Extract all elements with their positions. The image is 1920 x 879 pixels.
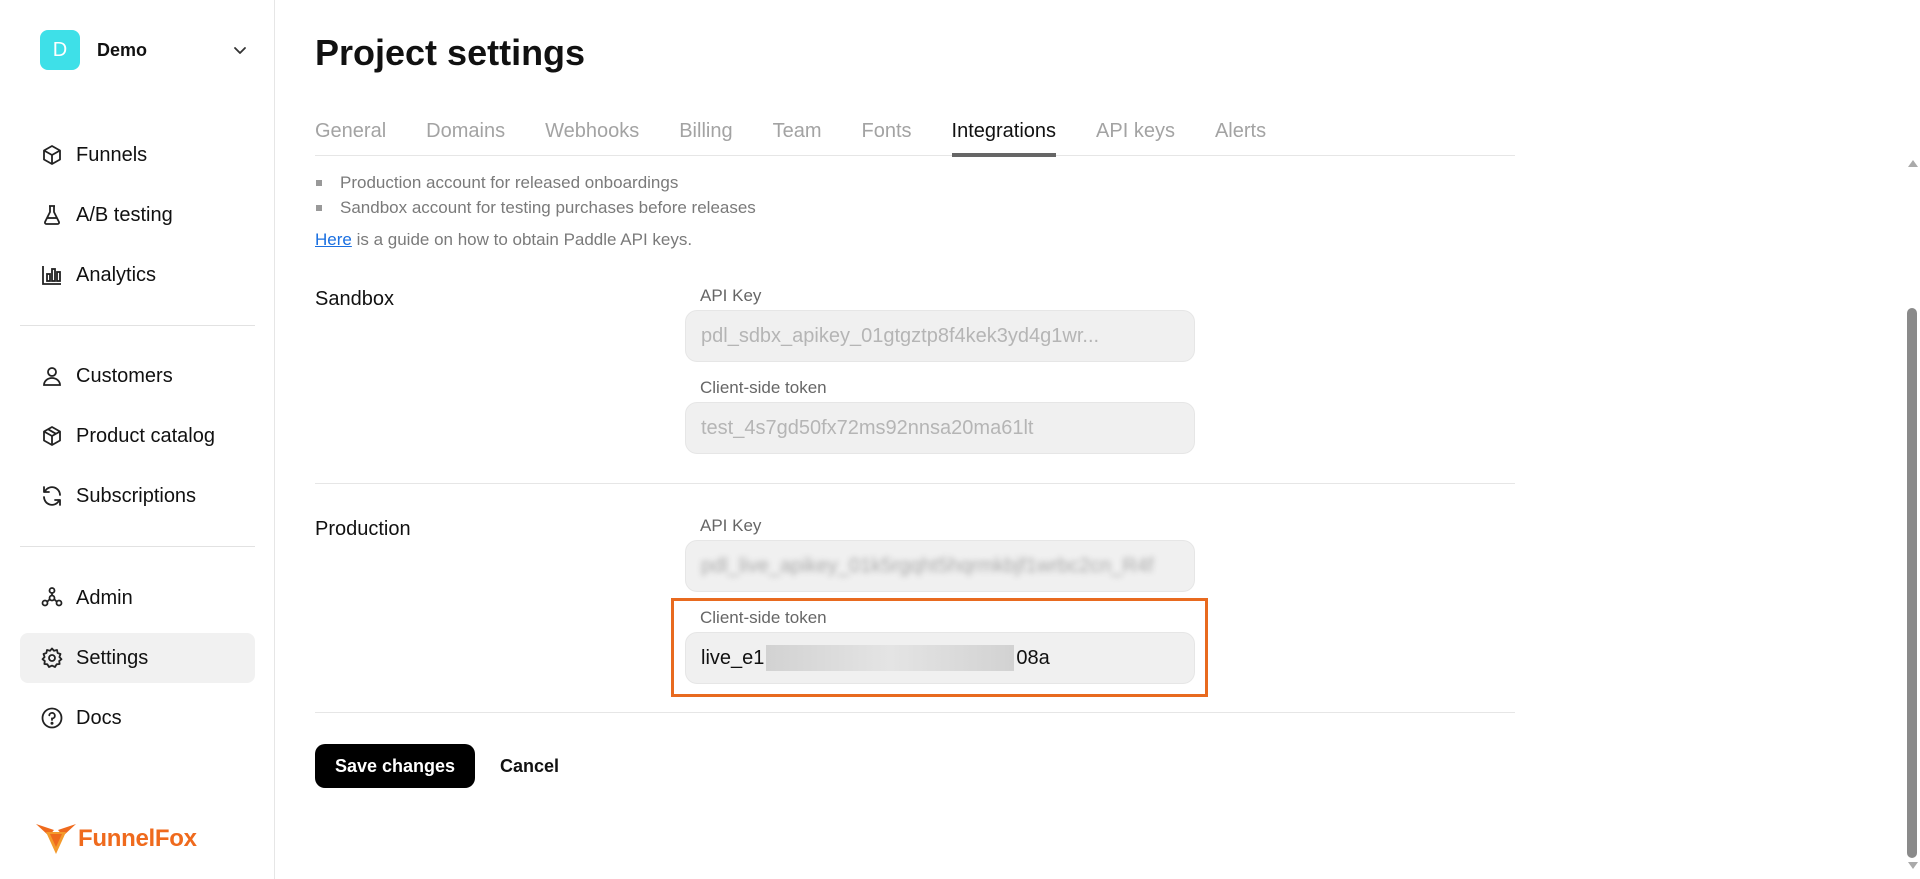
sidebar-item-analytics[interactable]: Analytics: [20, 250, 255, 300]
sidebar-item-subscriptions[interactable]: Subscriptions: [20, 471, 255, 521]
sidebar-divider: [20, 325, 255, 326]
package-icon: [40, 424, 64, 448]
refresh-icon: [40, 484, 64, 508]
funnelfox-logo: FunnelFox: [36, 822, 197, 856]
nav-tertiary: Admin Settings Docs: [20, 573, 255, 753]
sandbox-token-label: Client-side token: [700, 378, 827, 397]
sidebar-item-label: Admin: [76, 586, 133, 609]
sidebar-item-label: Product catalog: [76, 424, 215, 447]
tab-webhooks[interactable]: Webhooks: [545, 112, 639, 156]
sidebar-item-label: Docs: [76, 706, 122, 729]
sandbox-token-field[interactable]: test_4s7gd50fx72ms92nnsa20ma61lt: [685, 402, 1195, 454]
cancel-button[interactable]: Cancel: [500, 744, 559, 788]
guide-text: Here is a guide on how to obtain Paddle …: [315, 230, 692, 250]
gear-icon: [40, 646, 64, 670]
save-changes-button[interactable]: Save changes: [315, 744, 475, 788]
sidebar-item-label: Analytics: [76, 263, 157, 286]
help-circle-icon: [40, 706, 64, 730]
tab-general[interactable]: General: [315, 112, 386, 156]
logo-text: FunnelFox: [78, 825, 197, 852]
project-avatar: D: [40, 30, 80, 70]
bar-chart-icon: [40, 263, 64, 287]
sidebar-item-ab-testing[interactable]: A/B testing: [20, 190, 255, 240]
scroll-thumb[interactable]: [1907, 308, 1917, 858]
project-switcher[interactable]: D Demo: [40, 30, 250, 70]
sidebar-item-product-catalog[interactable]: Product catalog: [20, 411, 255, 461]
sidebar-item-docs[interactable]: Docs: [20, 693, 255, 743]
sidebar-item-label: A/B testing: [76, 203, 173, 226]
guide-description: is a guide on how to obtain Paddle API k…: [351, 230, 693, 249]
project-name: Demo: [97, 39, 148, 60]
sidebar-item-label: Customers: [76, 364, 173, 387]
sandbox-section-label: Sandbox: [315, 288, 394, 310]
sidebar-item-customers[interactable]: Customers: [20, 351, 255, 401]
tab-domains[interactable]: Domains: [426, 112, 505, 156]
scroll-up-arrow-icon[interactable]: [1908, 160, 1918, 167]
sandbox-api-key-label: API Key: [700, 286, 762, 305]
box-icon: [40, 143, 64, 167]
sidebar-item-label: Subscriptions: [76, 484, 197, 507]
production-api-key-field[interactable]: pdl_live_apikey_01k5rgqht5hqrmkbjf1wrbc2…: [685, 540, 1195, 592]
tab-billing[interactable]: Billing: [679, 112, 732, 156]
sidebar-divider: [20, 546, 255, 547]
tab-integrations[interactable]: Integrations: [951, 112, 1056, 157]
fox-logo-icon: [36, 824, 76, 854]
main-content: Project settings General Domains Webhook…: [275, 0, 1920, 879]
sidebar-item-settings[interactable]: Settings: [20, 633, 255, 683]
guide-link[interactable]: Here: [315, 230, 352, 249]
production-api-key-value: pdl_live_apikey_01k5rgqht5hqrmkbjf1wrbc2…: [701, 554, 1154, 577]
sidebar-item-label: Funnels: [76, 143, 148, 166]
section-divider: [315, 483, 1515, 484]
sandbox-api-key-field[interactable]: pdl_sdbx_apikey_01gtgztp8f4kek3yd4g1wr..…: [685, 310, 1195, 362]
tab-api-keys[interactable]: API keys: [1096, 112, 1175, 156]
sidebar-item-label: Settings: [76, 646, 149, 669]
production-api-key-label: API Key: [700, 516, 762, 535]
scroll-down-arrow-icon[interactable]: [1908, 862, 1918, 869]
nav-secondary: Customers Product catalog Subscriptions: [20, 351, 255, 531]
sidebar: D Demo Funnels A/B testing Analytics Cus…: [0, 0, 275, 879]
tab-fonts[interactable]: Fonts: [861, 112, 911, 156]
section-divider: [315, 712, 1515, 713]
flask-icon: [40, 203, 64, 227]
admin-icon: [40, 586, 64, 610]
settings-tabs: General Domains Webhooks Billing Team Fo…: [315, 112, 1515, 157]
tab-team[interactable]: Team: [773, 112, 822, 156]
list-item: Production account for released onboardi…: [315, 170, 756, 195]
tab-alerts[interactable]: Alerts: [1215, 112, 1266, 156]
list-item: Sandbox account for testing purchases be…: [315, 195, 756, 220]
account-types-list: Production account for released onboardi…: [315, 170, 756, 220]
vertical-scrollbar[interactable]: [1904, 0, 1920, 879]
highlight-box: [671, 598, 1208, 697]
sidebar-item-admin[interactable]: Admin: [20, 573, 255, 623]
page-title: Project settings: [315, 32, 586, 73]
user-icon: [40, 364, 64, 388]
chevron-down-icon: [234, 47, 246, 54]
nav-primary: Funnels A/B testing Analytics: [20, 130, 255, 310]
production-section-label: Production: [315, 518, 411, 540]
sidebar-item-funnels[interactable]: Funnels: [20, 130, 255, 180]
